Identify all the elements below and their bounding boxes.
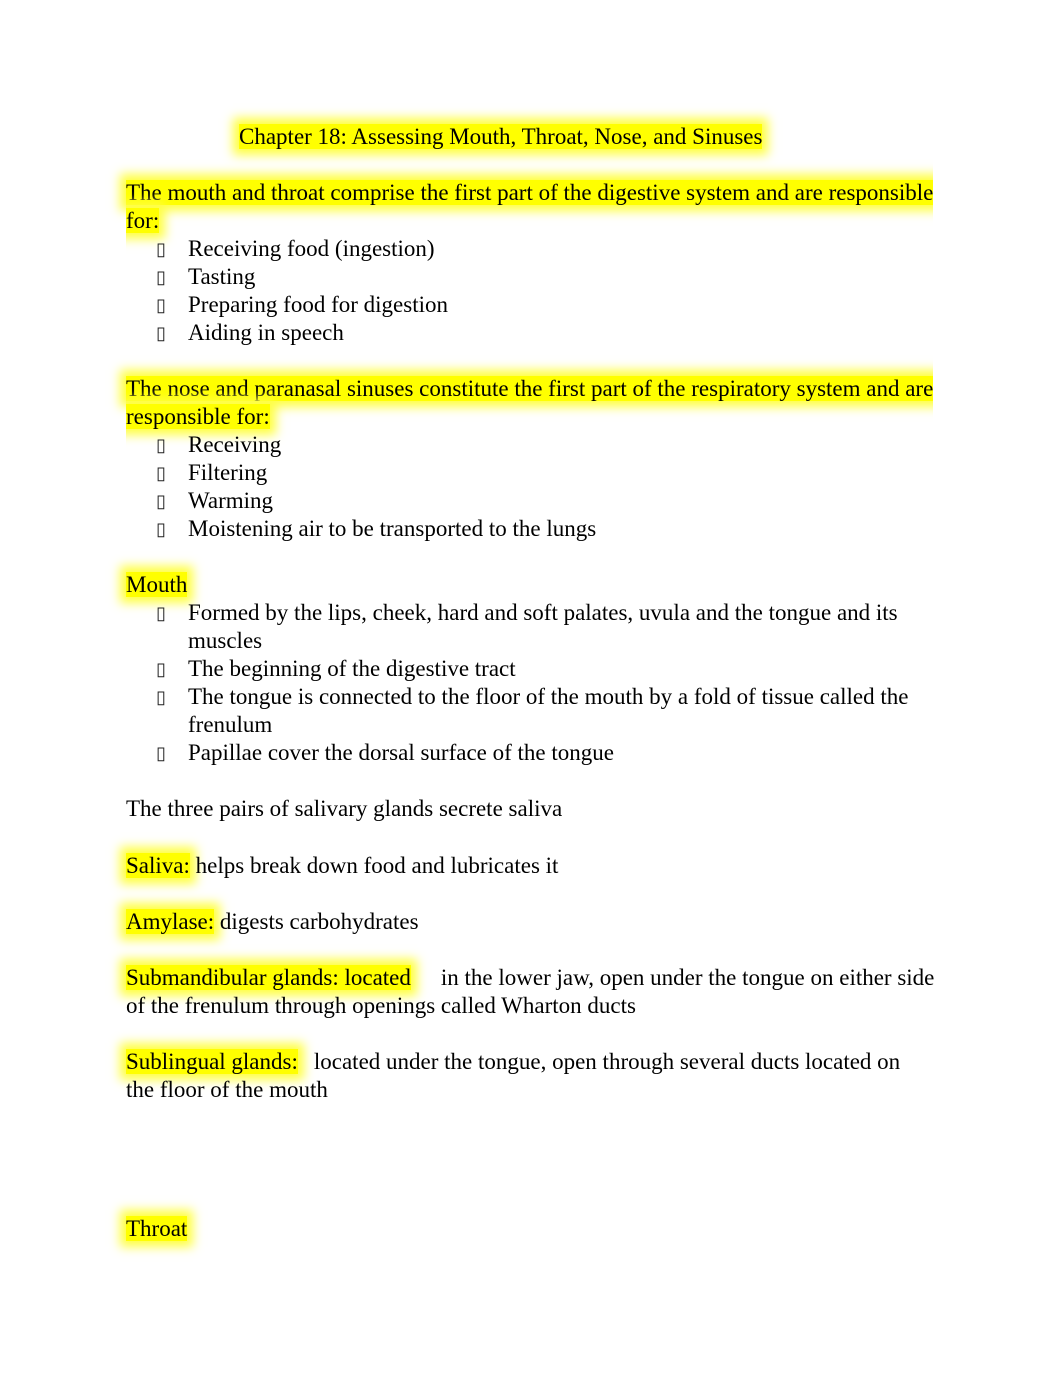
chapter-title: Chapter 18: Assessing Mouth, Throat, Nos… — [239, 123, 763, 151]
list-item: ▯ Aiding in speech — [156, 320, 344, 345]
list-item: ▯ Moistening air to be transported to the… — [156, 516, 597, 541]
list-item: ▯ Warming — [156, 488, 274, 513]
bullet-icon: ▯ — [156, 239, 166, 259]
bullet-icon: ▯ — [156, 267, 166, 287]
bullet-icon: ▯ — [156, 743, 166, 763]
definition-sublingual: Sublingual glands: located under the tong… — [126, 1048, 926, 1104]
section-heading: Mouth — [126, 572, 188, 597]
bullet-icon: ▯ — [156, 435, 166, 455]
definition-text: digests carbohydrates — [219, 909, 419, 934]
list-item: ▯ Formed by the lips, cheek, hard and sof… — [156, 600, 898, 653]
definition-submandibular: Submandibular glands: located in the lowe… — [126, 964, 941, 1020]
bullet-icon: ▯ — [156, 659, 166, 679]
document-page: Chapter 18: Assessing Mouth, Throat, Nos… — [0, 0, 1062, 1377]
list-item: ▯ Tasting — [156, 264, 256, 289]
throat-heading: Throat — [126, 1216, 188, 1241]
definition-amylase: Amylase: digests carbohydrates — [126, 908, 946, 936]
bullet-list: ▯ Formed by the lips, cheek, hard and sof… — [126, 599, 926, 767]
section-respiratory: The nose and paranasal sinuses constitut… — [126, 375, 946, 543]
section-heading: The nose and paranasal sinuses constitut… — [126, 376, 934, 429]
definition-term: Submandibular glands: located — [126, 965, 411, 990]
bullet-icon: ▯ — [156, 603, 166, 623]
list-item: ▯ The beginning of the digestive tract — [156, 656, 516, 681]
list-item: ▯ Receiving — [156, 432, 282, 457]
bullet-icon: ▯ — [156, 491, 166, 511]
title-text: Chapter 18: Assessing Mouth, Throat, Nos… — [239, 124, 763, 149]
list-item: ▯ Filtering — [156, 460, 268, 485]
bullet-icon: ▯ — [156, 295, 166, 315]
bullet-icon: ▯ — [156, 687, 166, 707]
definition-saliva: Saliva: helps break down food and lubric… — [126, 852, 946, 880]
section-digestive: The mouth and throat comprise the first … — [126, 179, 946, 347]
list-item: ▯ The tongue is connected to the floor of… — [156, 684, 909, 737]
definition-term: Saliva: — [126, 853, 190, 878]
bullet-icon: ▯ — [156, 519, 166, 539]
bullet-list: ▯ Receiving food (ingestion) ▯ Tasting ▯ Pr… — [126, 235, 946, 347]
section-mouth: Mouth ▯ Formed by the lips, cheek, hard a… — [126, 571, 946, 767]
section-heading: The mouth and throat comprise the first … — [126, 180, 934, 233]
definition-text: helps break down food and lubricates it — [195, 853, 559, 878]
definition-term: Sublingual glands: — [126, 1049, 298, 1074]
bullet-icon: ▯ — [156, 323, 166, 343]
list-item: ▯ Receiving food (ingestion) — [156, 236, 435, 261]
salivary-intro: The three pairs of salivary glands secre… — [126, 796, 563, 821]
list-item: ▯ Preparing food for digestion — [156, 292, 448, 317]
bullet-icon: ▯ — [156, 463, 166, 483]
bullet-list: ▯ Receiving ▯ Filtering ▯ Warming ▯ Moisteni… — [126, 431, 946, 543]
definition-term: Amylase: — [126, 909, 215, 934]
list-item: ▯ Papillae cover the dorsal surface of th… — [156, 740, 614, 765]
